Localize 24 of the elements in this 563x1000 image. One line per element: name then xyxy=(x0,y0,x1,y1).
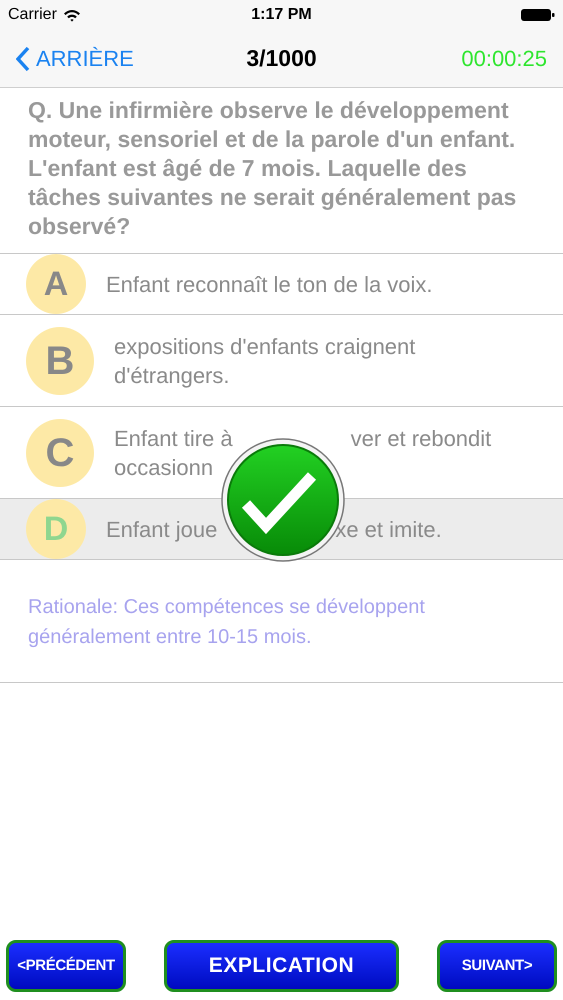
chevron-left-icon xyxy=(16,46,30,72)
option-text: Enfant tire à xyxy=(114,424,233,452)
carrier-label: Carrier xyxy=(8,5,57,25)
back-button[interactable]: ARRIÈRE xyxy=(16,42,134,75)
option-text: d'étrangers. xyxy=(114,362,230,390)
option-letter: B xyxy=(26,326,94,394)
timer: 00:00:25 xyxy=(461,45,547,73)
option-text: Enfant reconnaît le ton de la voix. xyxy=(106,270,433,298)
option-text: expositions d'enfants craignent xyxy=(114,332,416,360)
next-button[interactable]: SUIVANT> xyxy=(437,940,557,992)
question-counter: 3/1000 xyxy=(246,44,317,74)
previous-button[interactable]: <PRÉCÉDENT xyxy=(6,940,126,992)
option-letter: D xyxy=(26,499,86,559)
wifi-icon xyxy=(62,8,81,22)
status-time: 1:17 PM xyxy=(251,5,312,25)
option-text: occasionn xyxy=(114,454,214,482)
option-text: xe et imite. xyxy=(335,516,442,544)
option-text: Enfant joue xyxy=(106,516,218,544)
battery-icon xyxy=(521,8,555,22)
explanation-button[interactable]: EXPLICATION xyxy=(164,940,399,992)
option-letter: A xyxy=(26,254,86,314)
rationale-text: Rationale: Ces compétences se développent généralement entre 10-15 mois. xyxy=(0,560,563,683)
option-text: ver et rebondit xyxy=(350,424,492,452)
option-letter: C xyxy=(26,418,94,486)
